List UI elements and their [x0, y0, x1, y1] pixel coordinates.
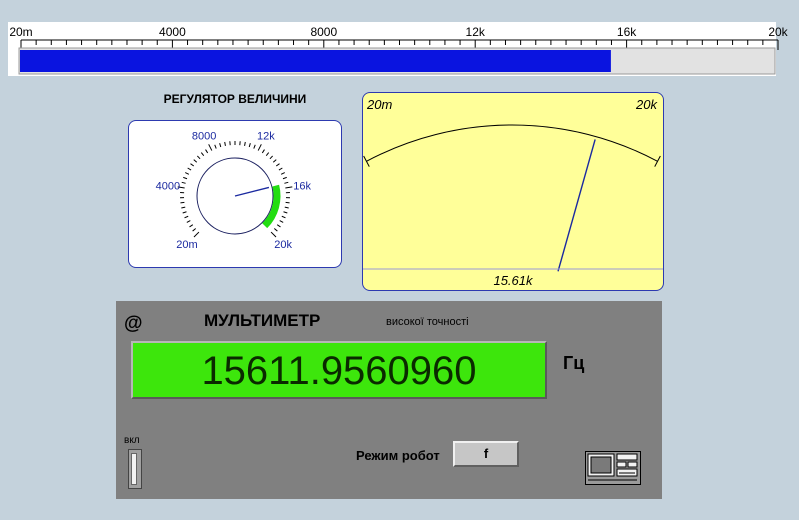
regulator-minor-tick: [273, 228, 278, 232]
regulator-tick-label: 20k: [274, 239, 292, 251]
regulator-pointer[interactable]: [234, 186, 270, 197]
regulator-major-tick: [208, 144, 213, 151]
regulator-minor-tick: [185, 172, 190, 175]
analog-meter: 20m 20k 15.61k: [362, 92, 664, 291]
meter-scale-end-left: [363, 155, 370, 167]
regulator-minor-tick: [282, 176, 287, 180]
regulator-minor-tick: [200, 152, 205, 157]
regulator-minor-tick: [187, 167, 192, 171]
regulator-minor-tick: [190, 163, 195, 167]
regulator-minor-tick: [184, 215, 189, 219]
regulator-major-tick: [270, 231, 277, 238]
regulator-minor-tick: [281, 215, 286, 219]
regulator-minor-tick: [219, 143, 222, 148]
meter-max-label: 20k: [635, 97, 658, 112]
regulator-minor-tick: [244, 141, 246, 146]
regulator-minor-tick: [214, 144, 217, 149]
regulator-minor-tick: [276, 224, 281, 228]
regulator-major-tick: [193, 231, 200, 238]
regulator-tick-label: 20m: [176, 239, 197, 251]
regulator-minor-tick: [265, 152, 270, 157]
regulator-minor-tick: [253, 144, 256, 149]
multimeter-unit: Гц: [563, 353, 585, 373]
regulator-minor-tick: [181, 181, 186, 184]
regulator-tick-label: 12k: [257, 130, 275, 142]
slide-bar-scale: 20m 4000 8000 12k 16k 20k: [9, 25, 789, 50]
slide-bar[interactable]: 20m 4000 8000 12k 16k 20k: [0, 0, 799, 80]
slide-bar-fill[interactable]: [20, 50, 611, 72]
regulator-minor-tick: [189, 224, 194, 228]
power-label: вкл: [124, 435, 140, 446]
regulator-minor-tick: [261, 149, 265, 154]
regulator-minor-tick: [272, 159, 277, 163]
regulator-minor-tick: [196, 155, 201, 160]
multimeter-subtitle: високої точності: [386, 316, 469, 328]
oscilloscope-icon[interactable]: [585, 451, 641, 485]
regulator-minor-tick: [285, 201, 290, 204]
regulator-minor-tick: [224, 141, 226, 146]
regulator-tick-label: 16k: [293, 180, 311, 192]
regulator-value-arc: [262, 184, 281, 229]
regulator-scale: 20m 4000 8000 12k 16k 20k: [156, 130, 312, 251]
mode-label: Режим робот: [356, 448, 440, 463]
multimeter-value: 15611.9560960: [201, 349, 477, 393]
multimeter-display: 15611.9560960: [131, 341, 547, 399]
slide-bar-tick-label: 8000: [310, 25, 337, 39]
regulator-minor-tick: [192, 228, 197, 232]
regulator-minor-tick: [182, 211, 187, 214]
regulator-minor-tick: [283, 211, 288, 214]
regulator-minor-tick: [181, 206, 186, 209]
regulator-minor-tick: [278, 167, 283, 171]
meter-needle: [557, 139, 596, 272]
regulator-major-tick: [285, 186, 293, 189]
regulator-major-tick: [257, 144, 262, 151]
regulator-minor-tick: [193, 159, 198, 163]
regulator-minor-tick: [284, 206, 289, 209]
regulator-minor-tick: [205, 149, 209, 154]
meter-min-label: 20m: [366, 97, 392, 112]
power-switch[interactable]: [128, 449, 142, 489]
regulator-title: РЕГУЛЯТОР ВЕЛИЧИНИ: [163, 92, 307, 106]
regulator-minor-tick: [284, 181, 289, 184]
slide-bar-tick-label: 20k: [768, 25, 788, 39]
slide-bar-tick-label: 4000: [159, 25, 186, 39]
at-symbol: @: [124, 313, 143, 334]
regulator-tick-label: 4000: [156, 180, 180, 192]
regulator-minor-tick: [183, 176, 188, 180]
regulator-minor-tick: [279, 220, 284, 223]
regulator-minor-tick: [269, 155, 274, 160]
regulator-minor-tick: [248, 143, 251, 148]
slide-bar-tick-label: 20m: [9, 25, 32, 39]
mode-button[interactable]: f: [453, 441, 519, 467]
multimeter-title: МУЛЬТИМЕТР: [204, 311, 321, 330]
regulator-minor-tick: [280, 172, 285, 175]
regulator-minor-tick: [186, 220, 191, 223]
slide-bar-tick-label: 16k: [617, 25, 637, 39]
slide-bar-tick-label: 12k: [466, 25, 486, 39]
multimeter-panel: @ МУЛЬТИМЕТР високої точності 15611.9560…: [116, 301, 662, 499]
regulator-panel: 20m 4000 8000 12k 16k 20k: [128, 120, 342, 268]
regulator-tick-label: 8000: [192, 130, 216, 142]
analog-meter-dial: 20m 20k 15.61k: [363, 97, 663, 288]
meter-scale-arc: [366, 124, 658, 162]
meter-scale-end-right: [654, 155, 661, 167]
regulator-minor-tick: [180, 201, 185, 204]
power-switch-lever[interactable]: [131, 453, 137, 485]
regulator-knob[interactable]: 20m 4000 8000 12k 16k 20k: [129, 121, 341, 267]
regulator-minor-tick: [275, 163, 280, 167]
meter-readout: 15.61k: [493, 273, 534, 288]
